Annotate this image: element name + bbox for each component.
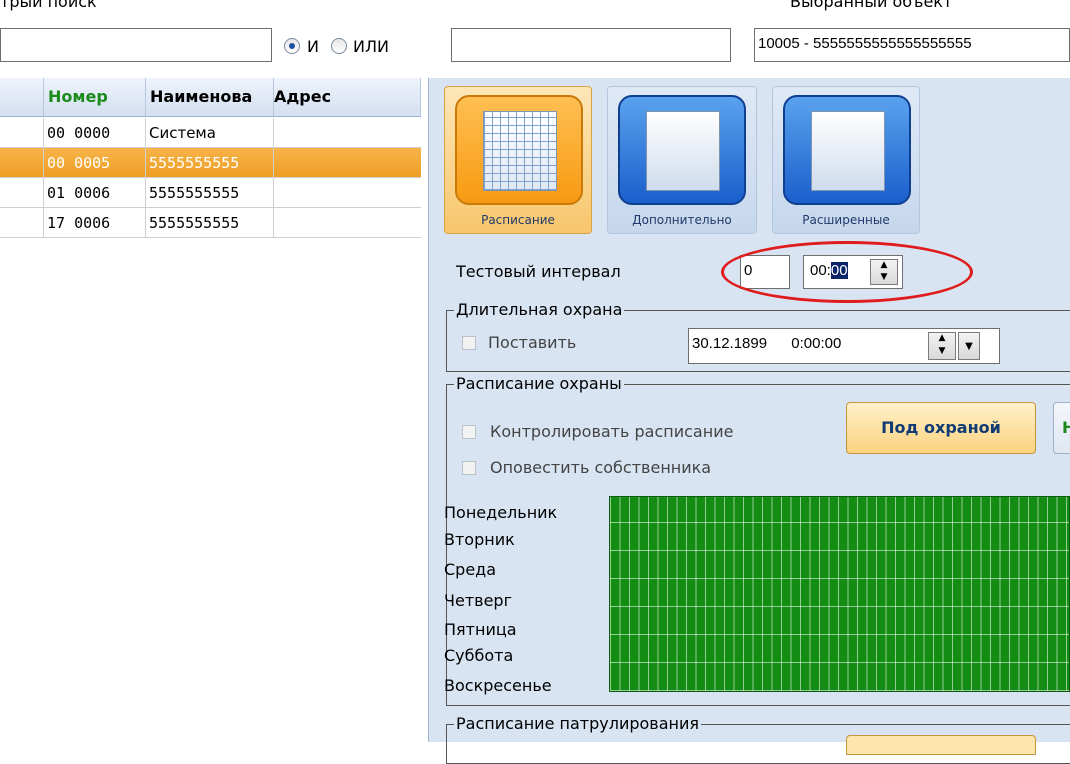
row-indicator: [0, 118, 44, 148]
search-input-2[interactable]: [451, 28, 731, 62]
set-guard-label: Поставить: [488, 333, 577, 352]
day-monday: Понедельник: [444, 503, 558, 522]
secondary-guard-button[interactable]: Н: [1053, 402, 1070, 454]
under-guard-button[interactable]: Под охраной: [846, 402, 1036, 454]
long-guard-title: Длительная охрана: [454, 300, 625, 319]
tab-schedule[interactable]: Расписание: [444, 86, 592, 234]
column-name[interactable]: Наименова: [146, 78, 274, 116]
cell-name: 5555555555: [146, 208, 274, 238]
column-empty: [0, 78, 44, 116]
weekly-schedule-grid[interactable]: [609, 496, 1070, 692]
table-header: Номер Наименова Адрес: [0, 78, 421, 117]
tab-extended-label: Расширенные: [802, 213, 890, 227]
cell-name: 5555555555: [146, 178, 274, 208]
notify-owner-checkbox[interactable]: [462, 461, 476, 475]
quick-search-label: трыи поиск: [0, 0, 97, 11]
cell-name: 5555555555: [146, 148, 274, 178]
control-schedule-checkbox[interactable]: [462, 425, 476, 439]
patrol-button-peek[interactable]: [846, 735, 1036, 755]
calendar-icon: [455, 95, 583, 205]
cell-address: [274, 208, 421, 238]
guard-time: 0:00:00: [791, 335, 842, 352]
cell-name: Система: [146, 118, 274, 148]
day-thursday: Четверг: [444, 591, 512, 610]
guard-date: 30.12.1899: [692, 335, 768, 352]
cell-address: [274, 178, 421, 208]
table-row[interactable]: 01 0006 5555555555: [0, 178, 421, 208]
cell-number: 17 0006: [44, 208, 146, 238]
day-wednesday: Среда: [444, 560, 497, 579]
column-number[interactable]: Номер: [44, 78, 146, 116]
search-input-1[interactable]: [0, 28, 272, 62]
cell-address: [274, 118, 421, 148]
selected-object-field[interactable]: 10005 - 5555555555555555555: [754, 28, 1070, 62]
cell-number: 00 0000: [44, 118, 146, 148]
row-indicator: [0, 148, 44, 178]
day-sunday: Воскресенье: [444, 676, 552, 695]
day-tuesday: Вторник: [444, 530, 515, 549]
cell-number: 01 0006: [44, 178, 146, 208]
set-guard-checkbox[interactable]: [462, 336, 476, 350]
radio-and[interactable]: [284, 38, 300, 54]
guard-schedule-title: Расписание охраны: [454, 374, 624, 393]
objects-table: Номер Наименова Адрес 00 0000 Система 00…: [0, 78, 421, 742]
window-icon: [783, 95, 911, 205]
day-saturday: Суббота: [444, 646, 514, 665]
calendar-dropdown-button[interactable]: ▼: [958, 332, 980, 360]
column-address[interactable]: Адрес: [274, 78, 421, 116]
table-row-selected[interactable]: 00 0005 5555555555: [0, 148, 421, 178]
selected-object-label: Выбранный объект: [790, 0, 953, 11]
row-indicator: [0, 178, 44, 208]
tab-schedule-label: Расписание: [481, 213, 555, 227]
cell-number: 00 0005: [44, 148, 146, 178]
table-row[interactable]: 17 0006 5555555555: [0, 208, 421, 238]
test-interval-label: Тестовый интервал: [456, 262, 621, 281]
red-highlight-ellipse: [721, 241, 973, 303]
radio-or[interactable]: [331, 38, 347, 54]
notify-owner-label: Оповестить собственника: [490, 458, 712, 477]
tab-additional-label: Дополнительно: [632, 213, 732, 227]
tab-extended[interactable]: Расширенные: [772, 86, 920, 234]
table-row[interactable]: 00 0000 Система: [0, 118, 421, 148]
cell-address: [274, 148, 421, 178]
tab-additional[interactable]: Дополнительно: [607, 86, 757, 234]
radio-and-label: И: [307, 37, 319, 56]
radio-or-label: ИЛИ: [353, 37, 389, 56]
day-friday: Пятница: [444, 620, 517, 639]
datetime-spinner[interactable]: ▲ ▼: [928, 332, 956, 360]
window-icon: [618, 95, 746, 205]
row-indicator: [0, 208, 44, 238]
control-schedule-label: Контролировать расписание: [490, 422, 734, 441]
patrol-schedule-title: Расписание патрулирования: [454, 714, 701, 733]
